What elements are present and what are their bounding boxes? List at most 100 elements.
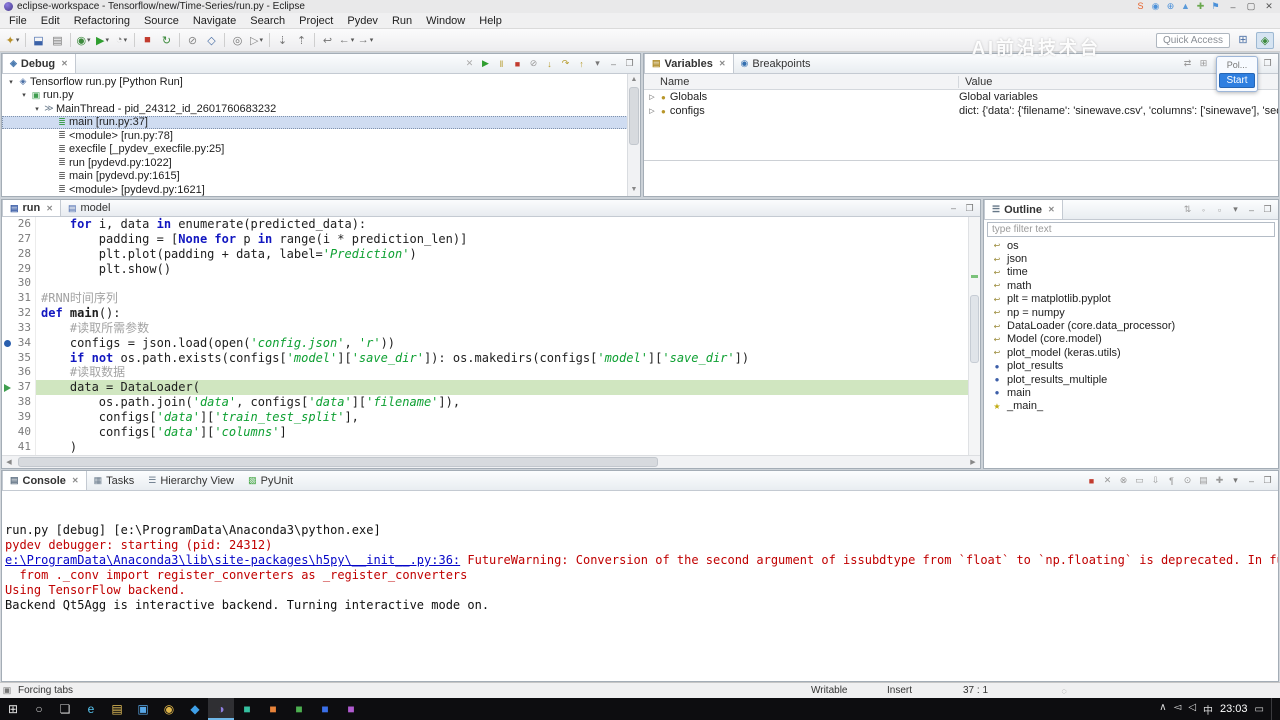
titlebar-tray-icon-2[interactable]: ⊕ <box>1164 1 1177 12</box>
outline-item-dataloader-core-data-processor[interactable]: ↩ DataLoader (core.data_processor) <box>984 319 1278 332</box>
taskbar-app-edge[interactable]: e <box>78 698 104 720</box>
display-console-icon[interactable]: ▤ <box>1196 475 1211 486</box>
skip-breakpoints-icon[interactable]: ⊘ <box>184 31 201 49</box>
taskbar-clock[interactable]: 23:03 <box>1220 703 1248 715</box>
tray-network-icon[interactable]: ◅ <box>1174 702 1182 717</box>
taskbar-app-explorer[interactable]: ▤ <box>104 698 130 720</box>
console-output[interactable]: run.py [debug] [e:\ProgramData\Anaconda3… <box>2 491 1278 681</box>
external-tools-icon[interactable]: ▷ ▾ <box>248 31 265 49</box>
code-line[interactable]: 41 ) <box>2 439 968 455</box>
scroll-left-icon[interactable]: ◀ <box>2 458 16 466</box>
code-line[interactable]: 39 configs['data']['train_test_split'], <box>2 409 968 425</box>
debug-tree-item[interactable]: ▾ ≫ MainThread - pid_24312_id_260176068323… <box>2 102 640 116</box>
scroll-lock-icon[interactable]: ⇩ <box>1148 475 1163 486</box>
maximize-view-icon[interactable]: ❐ <box>622 58 637 69</box>
outline-item-time[interactable]: ↩ time <box>984 266 1278 279</box>
outline-item-math[interactable]: ↩ math <box>984 279 1278 292</box>
minimize-view-icon[interactable]: – <box>1244 476 1259 486</box>
recorder-badge-icon[interactable]: S <box>1134 1 1147 12</box>
perspective-debug-icon[interactable]: ◈ <box>1256 31 1274 49</box>
tab-breakpoints[interactable]: ◉ Breakpoints <box>734 54 818 73</box>
view-menu-icon[interactable]: ▾ <box>1228 475 1243 486</box>
perspective-pydev-icon[interactable]: ⊞ <box>1234 32 1252 49</box>
column-name[interactable]: Name <box>644 75 959 88</box>
outline-filter-input[interactable] <box>987 222 1275 237</box>
minimize-window-button[interactable]: – <box>1226 2 1240 12</box>
close-icon[interactable]: ✕ <box>1048 205 1055 214</box>
breakpoint-icon[interactable] <box>3 339 11 347</box>
code-line[interactable]: 31 #RNN时间序列 <box>2 291 968 307</box>
menu-item-help[interactable]: Help <box>472 14 509 28</box>
maximize-window-button[interactable]: ▢ <box>1244 1 1258 12</box>
scroll-down-icon[interactable]: ▼ <box>628 184 640 196</box>
titlebar-tray-icon-3[interactable]: ▲ <box>1179 1 1192 12</box>
debug-icon[interactable]: ◉ ▾ <box>75 31 92 49</box>
taskbar-app-eclipse[interactable]: ◑ <box>208 698 234 720</box>
menu-item-search[interactable]: Search <box>243 14 292 28</box>
close-window-button[interactable]: ✕ <box>1262 1 1276 12</box>
debug-tree-item[interactable]: ▾ ▣ run.py <box>2 89 640 103</box>
code-line[interactable]: 29 plt.show() <box>2 261 968 277</box>
show-desktop-button[interactable] <box>1271 698 1276 720</box>
notification-center-icon[interactable]: ▭ <box>1255 704 1264 715</box>
debug-tree-item[interactable]: ≣ main [pydevd.py:1615] <box>2 170 640 184</box>
taskbar-search-icon[interactable]: ○ <box>26 698 52 720</box>
code-line[interactable]: 40 configs['data']['columns'] <box>2 424 968 440</box>
scroll-right-icon[interactable]: ▶ <box>966 458 980 466</box>
debug-tree-item[interactable]: ≣ execfile [_pydev_execfile.py:25] <box>2 143 640 157</box>
tab-hierarchy-view[interactable]: ☰ Hierarchy View <box>141 471 241 490</box>
stop-icon[interactable]: ■ <box>139 31 156 49</box>
menu-item-run[interactable]: Run <box>385 14 419 28</box>
expand-arrow-icon[interactable]: ▾ <box>32 105 42 113</box>
ruler-mark-green[interactable] <box>971 275 978 278</box>
new-module-icon[interactable]: ◇ <box>203 31 220 49</box>
view-menu-icon[interactable]: ▾ <box>590 58 605 69</box>
tray-chevron-icon[interactable]: ∧ <box>1159 702 1166 717</box>
view-menu-icon[interactable]: ▾ <box>1228 204 1243 215</box>
remove-launch-icon[interactable]: ✕ <box>1100 475 1115 486</box>
pin-console-icon[interactable]: ⊙ <box>1180 475 1195 486</box>
tab-debug[interactable]: ◈ Debug ✕ <box>2 54 76 73</box>
menu-item-navigate[interactable]: Navigate <box>186 14 243 28</box>
outline-item-json[interactable]: ↩ json <box>984 252 1278 265</box>
minimize-view-icon[interactable]: – <box>1244 205 1259 215</box>
maximize-view-icon[interactable]: ❐ <box>962 203 977 214</box>
hscroll-thumb[interactable] <box>18 457 658 467</box>
taskbar-app-pycharm[interactable]: ■ <box>234 698 260 720</box>
taskbar-app-vscode[interactable]: ◆ <box>182 698 208 720</box>
recorder-start-button[interactable]: Start <box>1219 73 1255 88</box>
taskbar-app-green[interactable]: ■ <box>286 698 312 720</box>
relaunch-icon[interactable]: ↻ <box>158 31 175 49</box>
scrollbar-thumb[interactable] <box>629 87 639 145</box>
code-line[interactable]: 28 plt.plot(padding + data, label='Predi… <box>2 246 968 262</box>
back-icon[interactable]: ← ▾ <box>338 31 355 49</box>
ruler-thumb[interactable] <box>970 295 979 363</box>
code-line[interactable]: 33 #读取所需参数 <box>2 320 968 336</box>
menu-item-source[interactable]: Source <box>137 14 186 28</box>
menu-item-file[interactable]: File <box>2 14 34 28</box>
menu-item-refactoring[interactable]: Refactoring <box>67 14 137 28</box>
resume-icon[interactable]: ▶ <box>478 58 493 69</box>
debug-tree-item[interactable]: ≣ run [pydevd.py:1022] <box>2 156 640 170</box>
expand-arrow-icon[interactable]: ▾ <box>19 91 29 99</box>
code-line[interactable]: 26 for i, data in enumerate(predicted_da… <box>2 217 968 232</box>
editor-tab-model[interactable]: ▤ model <box>61 200 117 216</box>
outline-item-main[interactable]: ● main <box>984 386 1278 399</box>
menu-item-pydev[interactable]: Pydev <box>340 14 385 28</box>
code-line[interactable]: 30 <box>2 276 968 292</box>
close-icon[interactable]: ✕ <box>46 204 53 213</box>
tab-outline[interactable]: ☰ Outline ✕ <box>984 200 1063 219</box>
overview-ruler[interactable] <box>968 217 980 455</box>
word-wrap-icon[interactable]: ¶ <box>1164 476 1179 486</box>
hide-fields-icon[interactable]: ◦ <box>1196 205 1211 215</box>
step-over-icon[interactable]: ↷ <box>558 58 573 69</box>
step-into-icon[interactable]: ↓ <box>542 59 557 69</box>
code-line[interactable]: 38 os.path.join('data', configs['data'][… <box>2 395 968 410</box>
minimize-view-icon[interactable]: – <box>946 203 961 213</box>
editor-tab-run[interactable]: ▤ run ✕ <box>2 200 61 216</box>
outline-item-np-numpy[interactable]: ↩ np = numpy <box>984 306 1278 319</box>
code-line[interactable]: 35 if not os.path.exists(configs['model'… <box>2 350 968 366</box>
prev-annotation-icon[interactable]: ⇡ <box>293 31 310 49</box>
menu-item-edit[interactable]: Edit <box>34 14 67 28</box>
remove-all-launches-icon[interactable]: ⊗ <box>1116 475 1131 486</box>
